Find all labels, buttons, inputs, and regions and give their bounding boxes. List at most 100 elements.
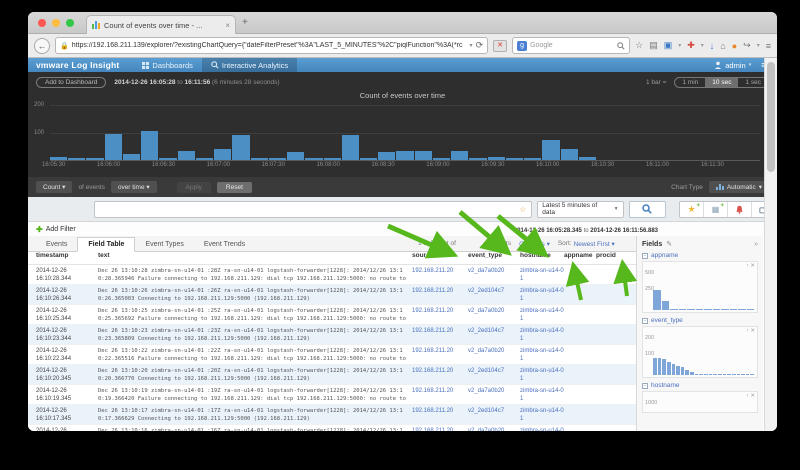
function-dropdown[interactable]: Count ▾ <box>36 181 72 193</box>
cell-source-link[interactable]: 192.168.211.20 <box>412 265 468 284</box>
favorite-query-star-icon[interactable]: ☆ <box>519 205 526 214</box>
field-mini-chart-hostname[interactable]: ↑ ✕1000 <box>642 391 758 413</box>
add-favorite-button[interactable]: ★+ <box>680 202 704 217</box>
cell-event-type-link[interactable]: v2_da7a0b20 <box>468 385 520 404</box>
column-header-timestamp[interactable]: timestamp <box>36 252 98 264</box>
collapse-field-icon[interactable]: − <box>642 318 648 324</box>
table-row[interactable]: 2014-12-2616:10:19.345Dec 26 13:10:19 zi… <box>28 385 636 405</box>
sort-dropdown[interactable]: Newest First ▾ <box>574 240 615 248</box>
cell-event-type-link[interactable]: v2_2ed104c7 <box>468 285 520 304</box>
field-name-link[interactable]: appname <box>651 252 678 259</box>
cell-hostname-link[interactable]: zimbra-sn-u14-01 <box>520 285 564 304</box>
apply-button[interactable]: Apply <box>177 182 211 193</box>
cell-hostname-link[interactable]: zimbra-sn-u14-01 <box>520 405 564 424</box>
collapse-panel-icon[interactable]: » <box>754 241 758 248</box>
field-mini-chart-appname[interactable]: ↑ ✕500250 <box>642 261 758 313</box>
scrollbar-thumb[interactable] <box>767 62 775 172</box>
query-search-input[interactable]: ☆ <box>94 201 532 218</box>
cell-source-link[interactable]: 192.168.211.20 <box>412 285 468 304</box>
close-window-button[interactable] <box>38 19 46 27</box>
collapse-field-icon[interactable]: − <box>642 253 648 259</box>
cell-source-link[interactable]: 192.168.211.20 <box>412 405 468 424</box>
cell-event-type-link[interactable]: v2_da7a0b20 <box>468 425 520 431</box>
cell-source-link[interactable]: 192.168.211.20 <box>412 385 468 404</box>
minimize-window-button[interactable] <box>52 19 60 27</box>
back-button[interactable]: ← <box>34 38 50 54</box>
column-header-text[interactable]: text <box>98 252 412 264</box>
cell-source-link[interactable]: 192.168.211.20 <box>412 425 468 431</box>
zoom-window-button[interactable] <box>66 19 74 27</box>
table-row[interactable]: 2014-12-2616:10:26.344Dec 26 13:10:26 zi… <box>28 285 636 305</box>
save-caret-icon[interactable]: ▾ <box>678 42 681 49</box>
url-bar[interactable]: 🔒 https://192.168.211.139/explorer/?exis… <box>55 37 488 54</box>
cell-source-link[interactable]: 192.168.211.20 <box>412 325 468 344</box>
vertical-scrollbar[interactable] <box>764 58 777 431</box>
cell-event-type-link[interactable]: v2_2ed104c7 <box>468 365 520 384</box>
cell-source-link[interactable]: 192.168.211.20 <box>412 305 468 324</box>
reset-button[interactable]: Reset <box>217 182 252 193</box>
cell-hostname-link[interactable]: zimbra-sn-u14-01 <box>520 365 564 384</box>
table-row[interactable]: 2014-12-2616:10:23.344Dec 26 13:10:23 zi… <box>28 325 636 345</box>
field-name-link[interactable]: hostname <box>651 382 680 389</box>
bookmarks-panel-icon[interactable]: ▤ <box>649 40 658 51</box>
column-header-procid[interactable]: procid <box>596 252 622 264</box>
field-mini-chart-event_type[interactable]: ↑ ✕200100 <box>642 326 758 378</box>
downloads-icon[interactable]: ↓ <box>710 41 715 51</box>
bookmark-star-icon[interactable]: ☆ <box>635 40 643 51</box>
table-row[interactable]: 2014-12-2616:10:16.345Dec 26 13:10:16 zi… <box>28 425 636 431</box>
table-row[interactable]: 2014-12-2616:10:17.345Dec 26 13:10:17 zi… <box>28 405 636 425</box>
cell-event-type-link[interactable]: v2_2ed104c7 <box>468 325 520 344</box>
cell-event-type-link[interactable]: v2_2ed104c7 <box>468 405 520 424</box>
bar-size-segmented-control[interactable]: 1 min 10 sec 1 sec <box>674 77 769 88</box>
extract-field-icon[interactable]: ↑ <box>746 393 749 399</box>
cell-event-type-link[interactable]: v2_da7a0b20 <box>468 345 520 364</box>
browser-search-box[interactable]: g Google <box>512 37 630 54</box>
close-tab-icon[interactable]: × <box>225 21 230 30</box>
bar-10sec-option[interactable]: 10 sec <box>705 78 738 87</box>
new-tab-button[interactable]: + <box>242 18 248 28</box>
collapse-field-icon[interactable]: − <box>642 383 648 389</box>
extract-field-icon[interactable]: ↑ <box>746 263 749 269</box>
search-icon[interactable] <box>617 42 625 50</box>
events-over-time-chart[interactable]: 200 100 <box>50 102 760 160</box>
add-filter-button[interactable]: ✚Add Filter <box>36 225 76 234</box>
column-header-appname[interactable]: appname <box>564 252 596 264</box>
extract-field-icon[interactable]: ↑ <box>746 328 749 334</box>
groupby-dropdown[interactable]: over time ▾ <box>111 181 157 193</box>
cell-hostname-link[interactable]: zimbra-sn-u14-01 <box>520 385 564 404</box>
addons-icon[interactable]: ✚ <box>687 40 695 51</box>
firebug-icon[interactable]: ● <box>732 41 737 51</box>
pocket-caret-icon[interactable]: ▾ <box>757 42 760 49</box>
column-header-event_type[interactable]: event_type <box>468 252 520 264</box>
pocket-icon[interactable]: ↪ <box>743 40 751 51</box>
chart-bars[interactable] <box>50 102 760 160</box>
menu-icon[interactable]: ≡ <box>766 41 771 51</box>
url-text[interactable]: https://192.168.211.139/explorer/?existi… <box>72 42 467 49</box>
nav-interactive-analytics[interactable]: Interactive Analytics <box>202 58 297 72</box>
tab-event-types[interactable]: Event Types <box>135 238 193 251</box>
run-search-button[interactable] <box>629 201 666 218</box>
table-row[interactable]: 2014-12-2616:10:28.344Dec 26 13:10:28 zi… <box>28 265 636 285</box>
tab-events[interactable]: Events <box>36 238 77 251</box>
cell-hostname-link[interactable]: zimbra-sn-u14-01 <box>520 325 564 344</box>
remove-field-icon[interactable]: ✕ <box>750 328 755 334</box>
chart-type-dropdown[interactable]: Automatic ▾ <box>709 181 769 193</box>
cell-hostname-link[interactable]: zimbra-sn-u14-01 <box>520 305 564 324</box>
tab-event-trends[interactable]: Event Trends <box>194 238 255 251</box>
user-menu[interactable]: admin▾ <box>714 61 751 70</box>
addons-caret-icon[interactable]: ▾ <box>701 42 704 49</box>
blocked-plugin-icon[interactable]: ✕ <box>493 40 507 52</box>
cell-source-link[interactable]: 192.168.211.20 <box>412 365 468 384</box>
create-alert-button[interactable] <box>728 202 752 217</box>
tab-field-table[interactable]: Field Table <box>77 237 135 252</box>
bar-1min-option[interactable]: 1 min <box>675 78 705 87</box>
cell-event-type-link[interactable]: v2_da7a0b20 <box>468 305 520 324</box>
reload-icon[interactable]: ⟳ <box>476 40 484 51</box>
column-header-hostname[interactable]: hostname <box>520 252 564 264</box>
save-icon[interactable]: ▣ <box>664 40 673 51</box>
column-header-source[interactable]: source <box>412 252 468 264</box>
table-row[interactable]: 2014-12-2616:10:25.344Dec 26 13:10:25 zi… <box>28 305 636 325</box>
nav-dashboards[interactable]: Dashboards <box>133 58 201 72</box>
browser-tab[interactable]: Count of events over time - ... × <box>86 15 236 34</box>
url-dropdown-icon[interactable]: ▾ <box>470 42 473 49</box>
